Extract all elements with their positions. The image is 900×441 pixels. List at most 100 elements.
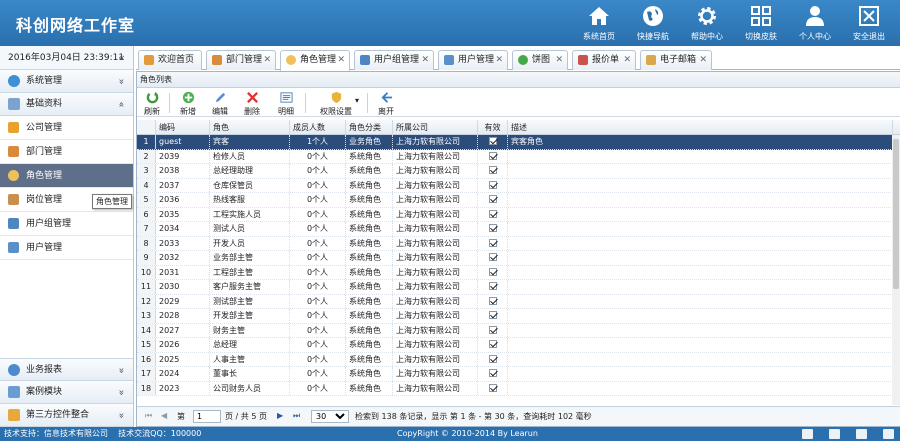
valid-checkbox[interactable] (488, 151, 497, 160)
valid-checkbox[interactable] (488, 354, 497, 363)
chat-icon[interactable] (856, 429, 867, 439)
col-header-valid[interactable]: 有效 (478, 120, 508, 134)
close-icon[interactable]: ✕ (263, 51, 271, 69)
cell-valid[interactable] (478, 265, 508, 279)
collapse-sidebar-button[interactable]: « (118, 46, 125, 70)
table-row[interactable]: 14 2027 财务主管 0个人 系统角色 上海力软有限公司 (137, 323, 900, 338)
cell-valid[interactable] (478, 135, 508, 149)
table-row[interactable]: 9 2032 业务部主管 0个人 系统角色 上海力软有限公司 (137, 251, 900, 266)
contacts-icon[interactable] (883, 429, 894, 439)
close-icon[interactable]: ✕ (337, 51, 345, 69)
last-page-button[interactable]: ⏭ (293, 411, 300, 421)
table-row[interactable]: 8 2033 开发人员 0个人 系统角色 上海力软有限公司 (137, 236, 900, 251)
valid-checkbox[interactable] (488, 311, 497, 319)
col-header-description[interactable]: 描述 (508, 120, 893, 134)
calendar-icon[interactable] (802, 429, 813, 439)
table-row[interactable]: 10 2031 工程部主管 0个人 系统角色 上海力软有限公司 (137, 265, 900, 280)
tab-pie-chart[interactable]: 饼图 ✕ (512, 50, 568, 70)
table-row[interactable]: 6 2035 工程实施人员 0个人 系统角色 上海力软有限公司 (137, 207, 900, 222)
sidebar-item-company[interactable]: 公司管理 (0, 116, 133, 140)
nav-skin-button[interactable]: 切换皮肤 (734, 0, 788, 46)
table-row[interactable]: 17 2024 董事长 0个人 系统角色 上海力软有限公司 (137, 367, 900, 382)
grid-scrollbar[interactable] (892, 135, 900, 405)
nav-home-button[interactable]: 系统首页 (572, 0, 626, 46)
valid-checkbox[interactable] (488, 195, 497, 203)
valid-checkbox[interactable] (488, 282, 497, 290)
first-page-button[interactable]: ⏮ (145, 411, 152, 421)
table-row[interactable]: 11 2030 客户服务主管 0个人 系统角色 上海力软有限公司 (137, 280, 900, 295)
valid-checkbox[interactable] (488, 267, 497, 276)
valid-checkbox[interactable] (488, 166, 497, 174)
close-icon[interactable]: ✕ (699, 51, 707, 69)
valid-checkbox[interactable] (488, 137, 497, 145)
nav-quicknav-button[interactable]: 快捷导航 (626, 0, 680, 46)
cell-valid[interactable] (478, 193, 508, 207)
group-case-module[interactable]: 案例模块 » (0, 381, 133, 404)
valid-checkbox[interactable] (488, 369, 497, 377)
page-input[interactable] (193, 410, 221, 423)
table-row[interactable]: 15 2026 总经理 0个人 系统角色 上海力软有限公司 (137, 338, 900, 353)
col-header-type[interactable]: 角色分类 (346, 120, 393, 134)
cell-valid[interactable] (478, 251, 508, 265)
cell-valid[interactable] (478, 294, 508, 308)
col-header-role[interactable]: 角色 (210, 120, 290, 134)
close-icon[interactable]: ✕ (555, 51, 563, 69)
tab-welcome[interactable]: 欢迎首页 (138, 50, 202, 70)
refresh-button[interactable]: 刷新 (137, 91, 167, 117)
sidebar-item-department[interactable]: 部门管理 (0, 140, 133, 164)
cell-valid[interactable] (478, 207, 508, 221)
sidebar-item-user[interactable]: 用户管理 (0, 236, 133, 260)
valid-checkbox[interactable] (488, 253, 497, 261)
nav-logout-button[interactable]: 安全退出 (842, 0, 896, 46)
close-icon[interactable]: ✕ (421, 51, 429, 69)
cell-valid[interactable] (478, 164, 508, 178)
valid-checkbox[interactable] (488, 325, 497, 334)
group-basic-data[interactable]: 基础资料 « (0, 93, 133, 116)
col-header-code[interactable]: 编码 (156, 120, 210, 134)
cell-valid[interactable] (478, 323, 508, 337)
table-row[interactable]: 3 2038 总经理助理 0个人 系统角色 上海力软有限公司 (137, 164, 900, 179)
cell-valid[interactable] (478, 338, 508, 352)
cell-valid[interactable] (478, 222, 508, 236)
scrollbar-thumb[interactable] (893, 139, 899, 289)
table-row[interactable]: 1 guest 宾客 1个人 业务角色 上海力软有限公司 宾客角色 (137, 135, 900, 150)
page-size-select[interactable]: 30 (311, 410, 349, 423)
close-icon[interactable]: ✕ (623, 51, 631, 69)
cell-valid[interactable] (478, 236, 508, 250)
nav-help-button[interactable]: 帮助中心 (680, 0, 734, 46)
group-third-party[interactable]: 第三方控件整合 » (0, 404, 133, 427)
table-row[interactable]: 12 2029 测试部主管 0个人 系统角色 上海力软有限公司 (137, 294, 900, 309)
tab-quotation[interactable]: 报价单 ✕ (572, 50, 636, 70)
valid-checkbox[interactable] (488, 383, 497, 392)
cell-valid[interactable] (478, 367, 508, 381)
table-row[interactable]: 4 2037 仓库保管员 0个人 系统角色 上海力软有限公司 (137, 178, 900, 193)
tab-usergroup[interactable]: 用户组管理 ✕ (354, 50, 434, 70)
table-row[interactable]: 7 2034 测试人员 0个人 系统角色 上海力软有限公司 (137, 222, 900, 237)
detail-button[interactable]: 明细 (271, 91, 301, 117)
permission-dropdown-arrow[interactable]: ▾ (351, 96, 363, 105)
nav-profile-button[interactable]: 个人中心 (788, 0, 842, 46)
group-business-report[interactable]: 业务报表 » (0, 358, 133, 381)
tab-email[interactable]: 电子邮箱 ✕ (640, 50, 712, 70)
message-icon[interactable] (829, 429, 840, 439)
table-row[interactable]: 18 2023 公司财务人员 0个人 系统角色 上海力软有限公司 (137, 381, 900, 396)
cell-valid[interactable] (478, 280, 508, 294)
cell-valid[interactable] (478, 178, 508, 192)
prev-page-button[interactable]: ◀ (161, 411, 167, 420)
cell-valid[interactable] (478, 309, 508, 323)
delete-button[interactable]: 删除 (237, 91, 267, 117)
add-button[interactable]: 新增 (173, 91, 203, 117)
valid-checkbox[interactable] (488, 180, 497, 189)
tab-user[interactable]: 用户管理 ✕ (438, 50, 508, 70)
table-row[interactable]: 13 2028 开发部主管 0个人 系统角色 上海力软有限公司 (137, 309, 900, 324)
tab-department[interactable]: 部门管理 ✕ (206, 50, 276, 70)
cell-valid[interactable] (478, 149, 508, 163)
table-row[interactable]: 16 2025 人事主管 0个人 系统角色 上海力软有限公司 (137, 352, 900, 367)
cell-valid[interactable] (478, 381, 508, 395)
col-header-company[interactable]: 所属公司 (393, 120, 478, 134)
next-page-button[interactable]: ▶ (277, 411, 283, 420)
sidebar-item-usergroup[interactable]: 用户组管理 (0, 212, 133, 236)
table-row[interactable]: 5 2036 热线客服 0个人 系统角色 上海力软有限公司 (137, 193, 900, 208)
valid-checkbox[interactable] (488, 296, 497, 305)
table-row[interactable]: 2 2039 检修人员 0个人 系统角色 上海力软有限公司 (137, 149, 900, 164)
